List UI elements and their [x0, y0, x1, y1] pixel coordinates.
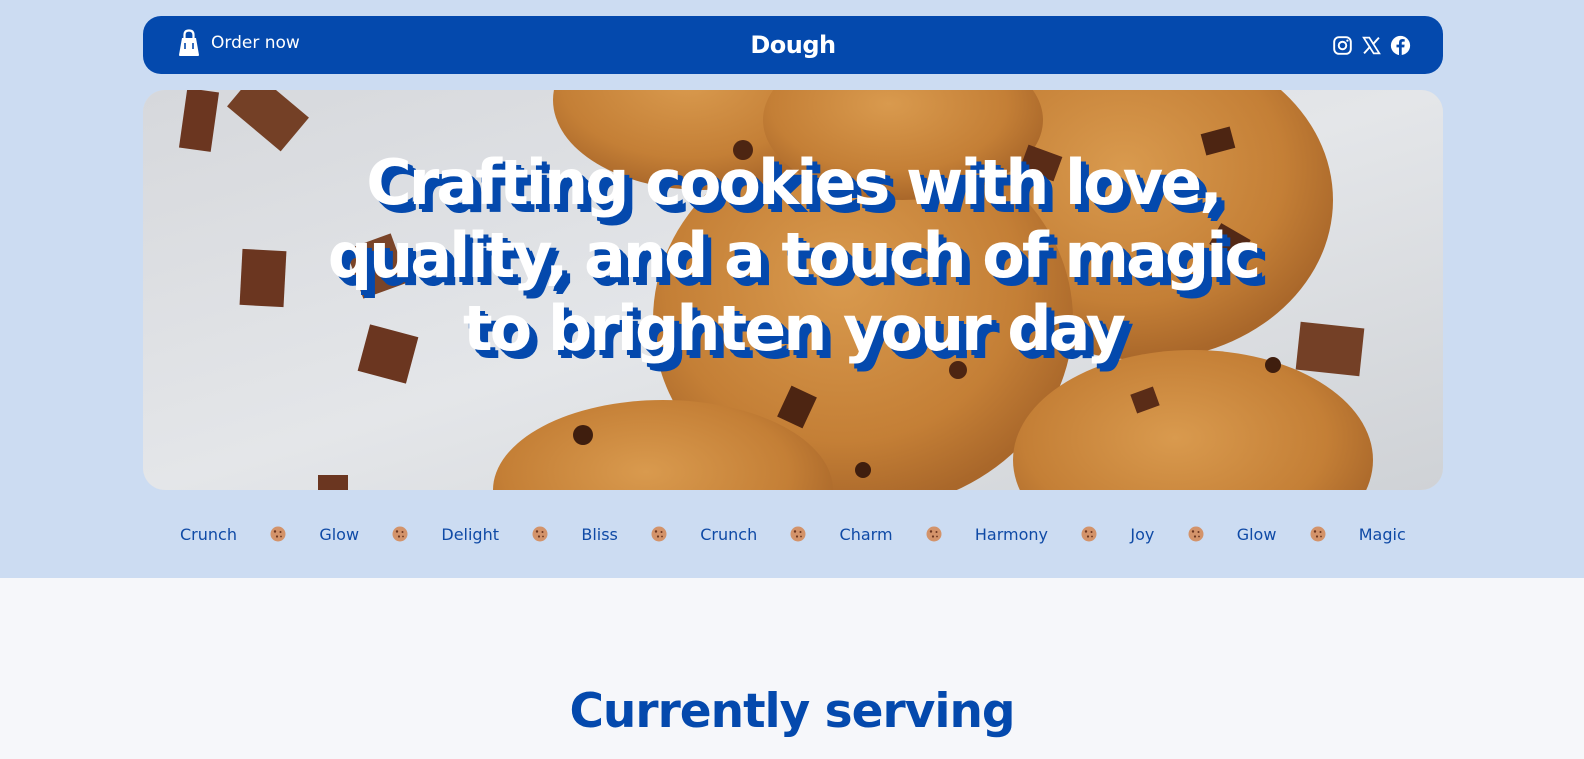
section-title: Currently serving	[569, 684, 1015, 739]
cookie-icon	[1188, 526, 1204, 542]
ticker-word: Glow	[1236, 524, 1277, 544]
cookie-icon	[1310, 526, 1326, 542]
currently-serving-section: Currently serving	[0, 578, 1584, 759]
order-now-label: Order now	[211, 33, 300, 53]
x-icon[interactable]	[1361, 35, 1382, 56]
cookie-icon	[532, 526, 548, 542]
ticker-word: Harmony	[974, 524, 1049, 544]
cookie-icon	[270, 526, 286, 542]
cookie-icon	[392, 526, 408, 542]
ticker-word: Crunch	[700, 524, 758, 544]
ticker-word: Bliss	[581, 524, 618, 544]
ticker-word: Delight	[441, 524, 499, 544]
brand-logo[interactable]: Dough	[750, 31, 836, 59]
social-links	[1332, 35, 1411, 56]
ticker-word: Crunch	[180, 524, 237, 544]
order-now-button[interactable]: Order now	[177, 29, 300, 57]
ticker-word: Magic	[1358, 524, 1406, 544]
ticker-word: Joy	[1130, 524, 1155, 544]
instagram-icon[interactable]	[1332, 35, 1353, 56]
hero-headline: Crafting cookies with love, quality, and…	[327, 146, 1261, 365]
top-area: Order now Dough Crafting cookies with lo…	[0, 0, 1584, 578]
ticker-word: Charm	[839, 524, 893, 544]
hero-banner: Crafting cookies with love, quality, and…	[143, 90, 1443, 490]
cookie-icon	[651, 526, 667, 542]
facebook-icon[interactable]	[1390, 35, 1411, 56]
shopping-bag-icon	[177, 29, 201, 57]
ticker-word: Glow	[319, 524, 360, 544]
cookie-icon	[790, 526, 806, 542]
cookie-icon	[926, 526, 942, 542]
cookie-icon	[1081, 526, 1097, 542]
keyword-ticker: Crunch Glow Delight Bliss Crunch Charm H…	[143, 520, 1443, 548]
navbar: Order now Dough	[143, 16, 1443, 74]
